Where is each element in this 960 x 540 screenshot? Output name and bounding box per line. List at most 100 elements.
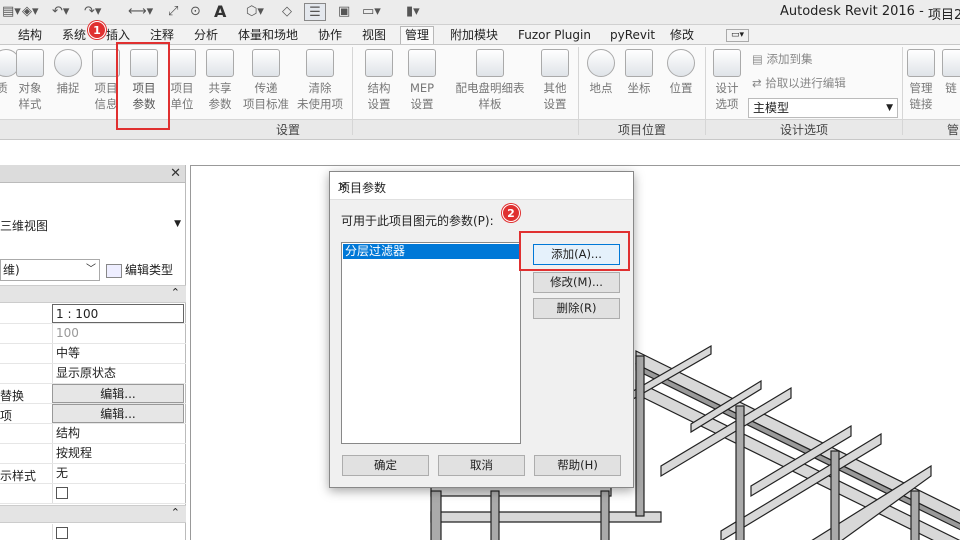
property-row: 100 xyxy=(0,324,186,344)
app-title: Autodesk Revit 2016 - xyxy=(780,4,924,19)
switch-windows-icon[interactable]: ▭▾ xyxy=(362,3,381,21)
edit-type-button[interactable]: 编辑类型 xyxy=(106,261,173,278)
property-row: 显示原状态 xyxy=(0,364,186,384)
location-button[interactable]: 地点 xyxy=(584,49,618,96)
shared-parameters-button[interactable]: 共享 参数 xyxy=(204,49,236,112)
property-row: 1 : 100 xyxy=(0,304,186,324)
tab-collaborate[interactable]: 协作 xyxy=(318,27,342,45)
save-icon[interactable]: ◈▾ xyxy=(22,3,39,21)
object-styles-button[interactable]: 对象 样式 xyxy=(14,49,46,112)
settings-group-label: 设置 xyxy=(275,123,300,137)
graphics-section-header[interactable]: ⌃ xyxy=(0,285,186,303)
tab-structure[interactable]: 结构 xyxy=(18,27,42,45)
wrench-icon xyxy=(541,49,569,77)
measure-icon[interactable]: ⟷▾ xyxy=(128,3,153,21)
tab-pyrevit[interactable]: pyRevit xyxy=(610,27,655,45)
pick-to-edit-icon: ⇄ xyxy=(752,76,766,90)
project-name: 项目2 xyxy=(928,8,960,23)
step-badge-1: 1 xyxy=(88,21,106,39)
detail-level-value[interactable]: 中等 xyxy=(52,344,184,363)
property-row: 结构 xyxy=(0,424,186,444)
tab-addins[interactable]: 附加模块 xyxy=(450,27,498,45)
structural-settings-button[interactable]: 结构 设置 xyxy=(362,49,396,112)
cancel-button[interactable]: 取消 xyxy=(438,455,525,476)
shared-parameters-icon xyxy=(206,49,234,77)
design-option-select[interactable]: 主模型 ▼ xyxy=(748,98,898,118)
property-row: 按规程 xyxy=(0,444,186,464)
show-hidden-lines-value[interactable]: 按规程 xyxy=(52,444,184,463)
panel-schedule-templates-button[interactable]: 配电盘明细表 样板 xyxy=(450,49,530,112)
dimension-icon[interactable]: ⤢ xyxy=(168,3,178,21)
manage-links-button[interactable]: 管理 链接 xyxy=(904,49,938,112)
edit-type-icon xyxy=(106,263,122,278)
property-row: 项 编辑... xyxy=(0,404,186,424)
tab-manage[interactable]: 管理 xyxy=(400,26,435,44)
design-options-button[interactable]: 设计 选项 xyxy=(710,49,744,112)
pick-to-edit-button[interactable]: ⇄ 拾取以进行编辑 xyxy=(752,75,846,91)
list-item[interactable]: 分层过滤器 xyxy=(343,244,519,259)
chevron-down-icon: ▼ xyxy=(886,103,893,113)
project-units-button[interactable]: 项目 单位 xyxy=(166,49,198,112)
location-group-label: 项目位置 xyxy=(617,123,666,137)
transfer-project-standards-button[interactable]: 传递 项目标准 xyxy=(240,49,292,112)
display-options-edit-button[interactable]: 编辑... xyxy=(52,404,184,423)
globe-icon xyxy=(587,49,615,77)
tab-view[interactable]: 视图 xyxy=(362,27,386,45)
discipline-value[interactable]: 结构 xyxy=(52,424,184,443)
ribbon-minimize-button[interactable]: ▭▾ xyxy=(726,29,750,42)
3d-view-icon[interactable]: ⬡▾ xyxy=(246,3,264,21)
tag-icon[interactable]: ⊙ xyxy=(190,3,201,21)
close-icon[interactable]: ✕ xyxy=(338,179,623,193)
color-scheme-value[interactable]: 无 xyxy=(52,464,184,483)
chevron-up-icon: ⌃ xyxy=(170,286,180,299)
group-separator xyxy=(902,47,903,135)
extents-section-header[interactable]: ⌃ xyxy=(0,505,186,523)
group-separator xyxy=(578,47,579,135)
additional-settings-button[interactable]: 其他 设置 xyxy=(538,49,572,112)
open-folder-icon[interactable]: ▤▾ xyxy=(2,3,21,21)
partial-ribbon-button[interactable]: 链 xyxy=(942,49,960,96)
help-button[interactable]: 帮助(H) xyxy=(534,455,621,476)
partial-button[interactable]: 质 xyxy=(0,49,20,96)
ok-button[interactable]: 确定 xyxy=(342,455,429,476)
coordinates-button[interactable]: 坐标 xyxy=(622,49,656,96)
view-scale-field[interactable]: 1 : 100 xyxy=(52,304,184,323)
text-icon[interactable]: A xyxy=(214,3,226,21)
property-checkbox[interactable] xyxy=(56,526,68,539)
close-hidden-windows-icon[interactable]: ▣ xyxy=(338,3,350,21)
tab-fuzor-plugin[interactable]: Fuzor Plugin xyxy=(518,27,591,45)
property-checkbox[interactable] xyxy=(56,486,68,499)
thin-lines-icon[interactable]: ☰ xyxy=(304,3,326,21)
parts-visibility-value[interactable]: 显示原状态 xyxy=(52,364,184,383)
type-selector[interactable]: 三维视图 ▼ xyxy=(0,185,186,255)
undo-icon[interactable]: ↶▾ xyxy=(52,3,69,21)
mep-settings-button[interactable]: MEP 设置 xyxy=(404,49,440,112)
tab-modify[interactable]: 修改 xyxy=(670,27,694,45)
redo-icon[interactable]: ↷▾ xyxy=(84,3,101,21)
quick-access-toolbar: ▤▾ ◈▾ ↶▾ ↷▾ ⟷▾ ⤢ ⊙ A ⬡▾ ◇ ☰ ▣ ▭▾ ▮▾ Auto… xyxy=(0,0,960,25)
tab-massing-site[interactable]: 体量和场地 xyxy=(238,27,298,45)
delete-parameter-button[interactable]: 删除(R) xyxy=(533,298,620,319)
settings-dropdown-icon[interactable]: ▮▾ xyxy=(406,3,420,21)
snaps-button[interactable]: 捕捉 xyxy=(52,49,84,96)
tab-systems[interactable]: 系统 xyxy=(62,27,86,45)
tab-analyze[interactable]: 分析 xyxy=(194,27,218,45)
purge-unused-button[interactable]: 清除 未使用项 xyxy=(294,49,346,112)
vg-overrides-edit-button[interactable]: 编辑... xyxy=(52,384,184,403)
property-checkbox-cell xyxy=(52,484,184,503)
modify-parameter-button[interactable]: 修改(M)... xyxy=(533,272,620,293)
instance-filter-select[interactable]: 维) ﹀ xyxy=(0,259,100,281)
mep-settings-icon xyxy=(408,49,436,77)
property-row xyxy=(0,484,186,504)
structural-settings-icon xyxy=(365,49,393,77)
scale-value: 100 xyxy=(52,324,184,343)
manage-project-group-label: 管 xyxy=(946,123,959,137)
close-icon[interactable]: ✕ xyxy=(170,166,181,181)
property-row: 中等 xyxy=(0,344,186,364)
section-icon[interactable]: ◇ xyxy=(282,3,292,21)
add-to-set-button[interactable]: ▤ 添加到集 xyxy=(752,51,813,67)
position-button[interactable]: 位置 xyxy=(664,49,698,96)
project-units-icon xyxy=(168,49,196,77)
parameters-list[interactable]: 分层过滤器 xyxy=(341,242,521,444)
purge-icon xyxy=(306,49,334,77)
